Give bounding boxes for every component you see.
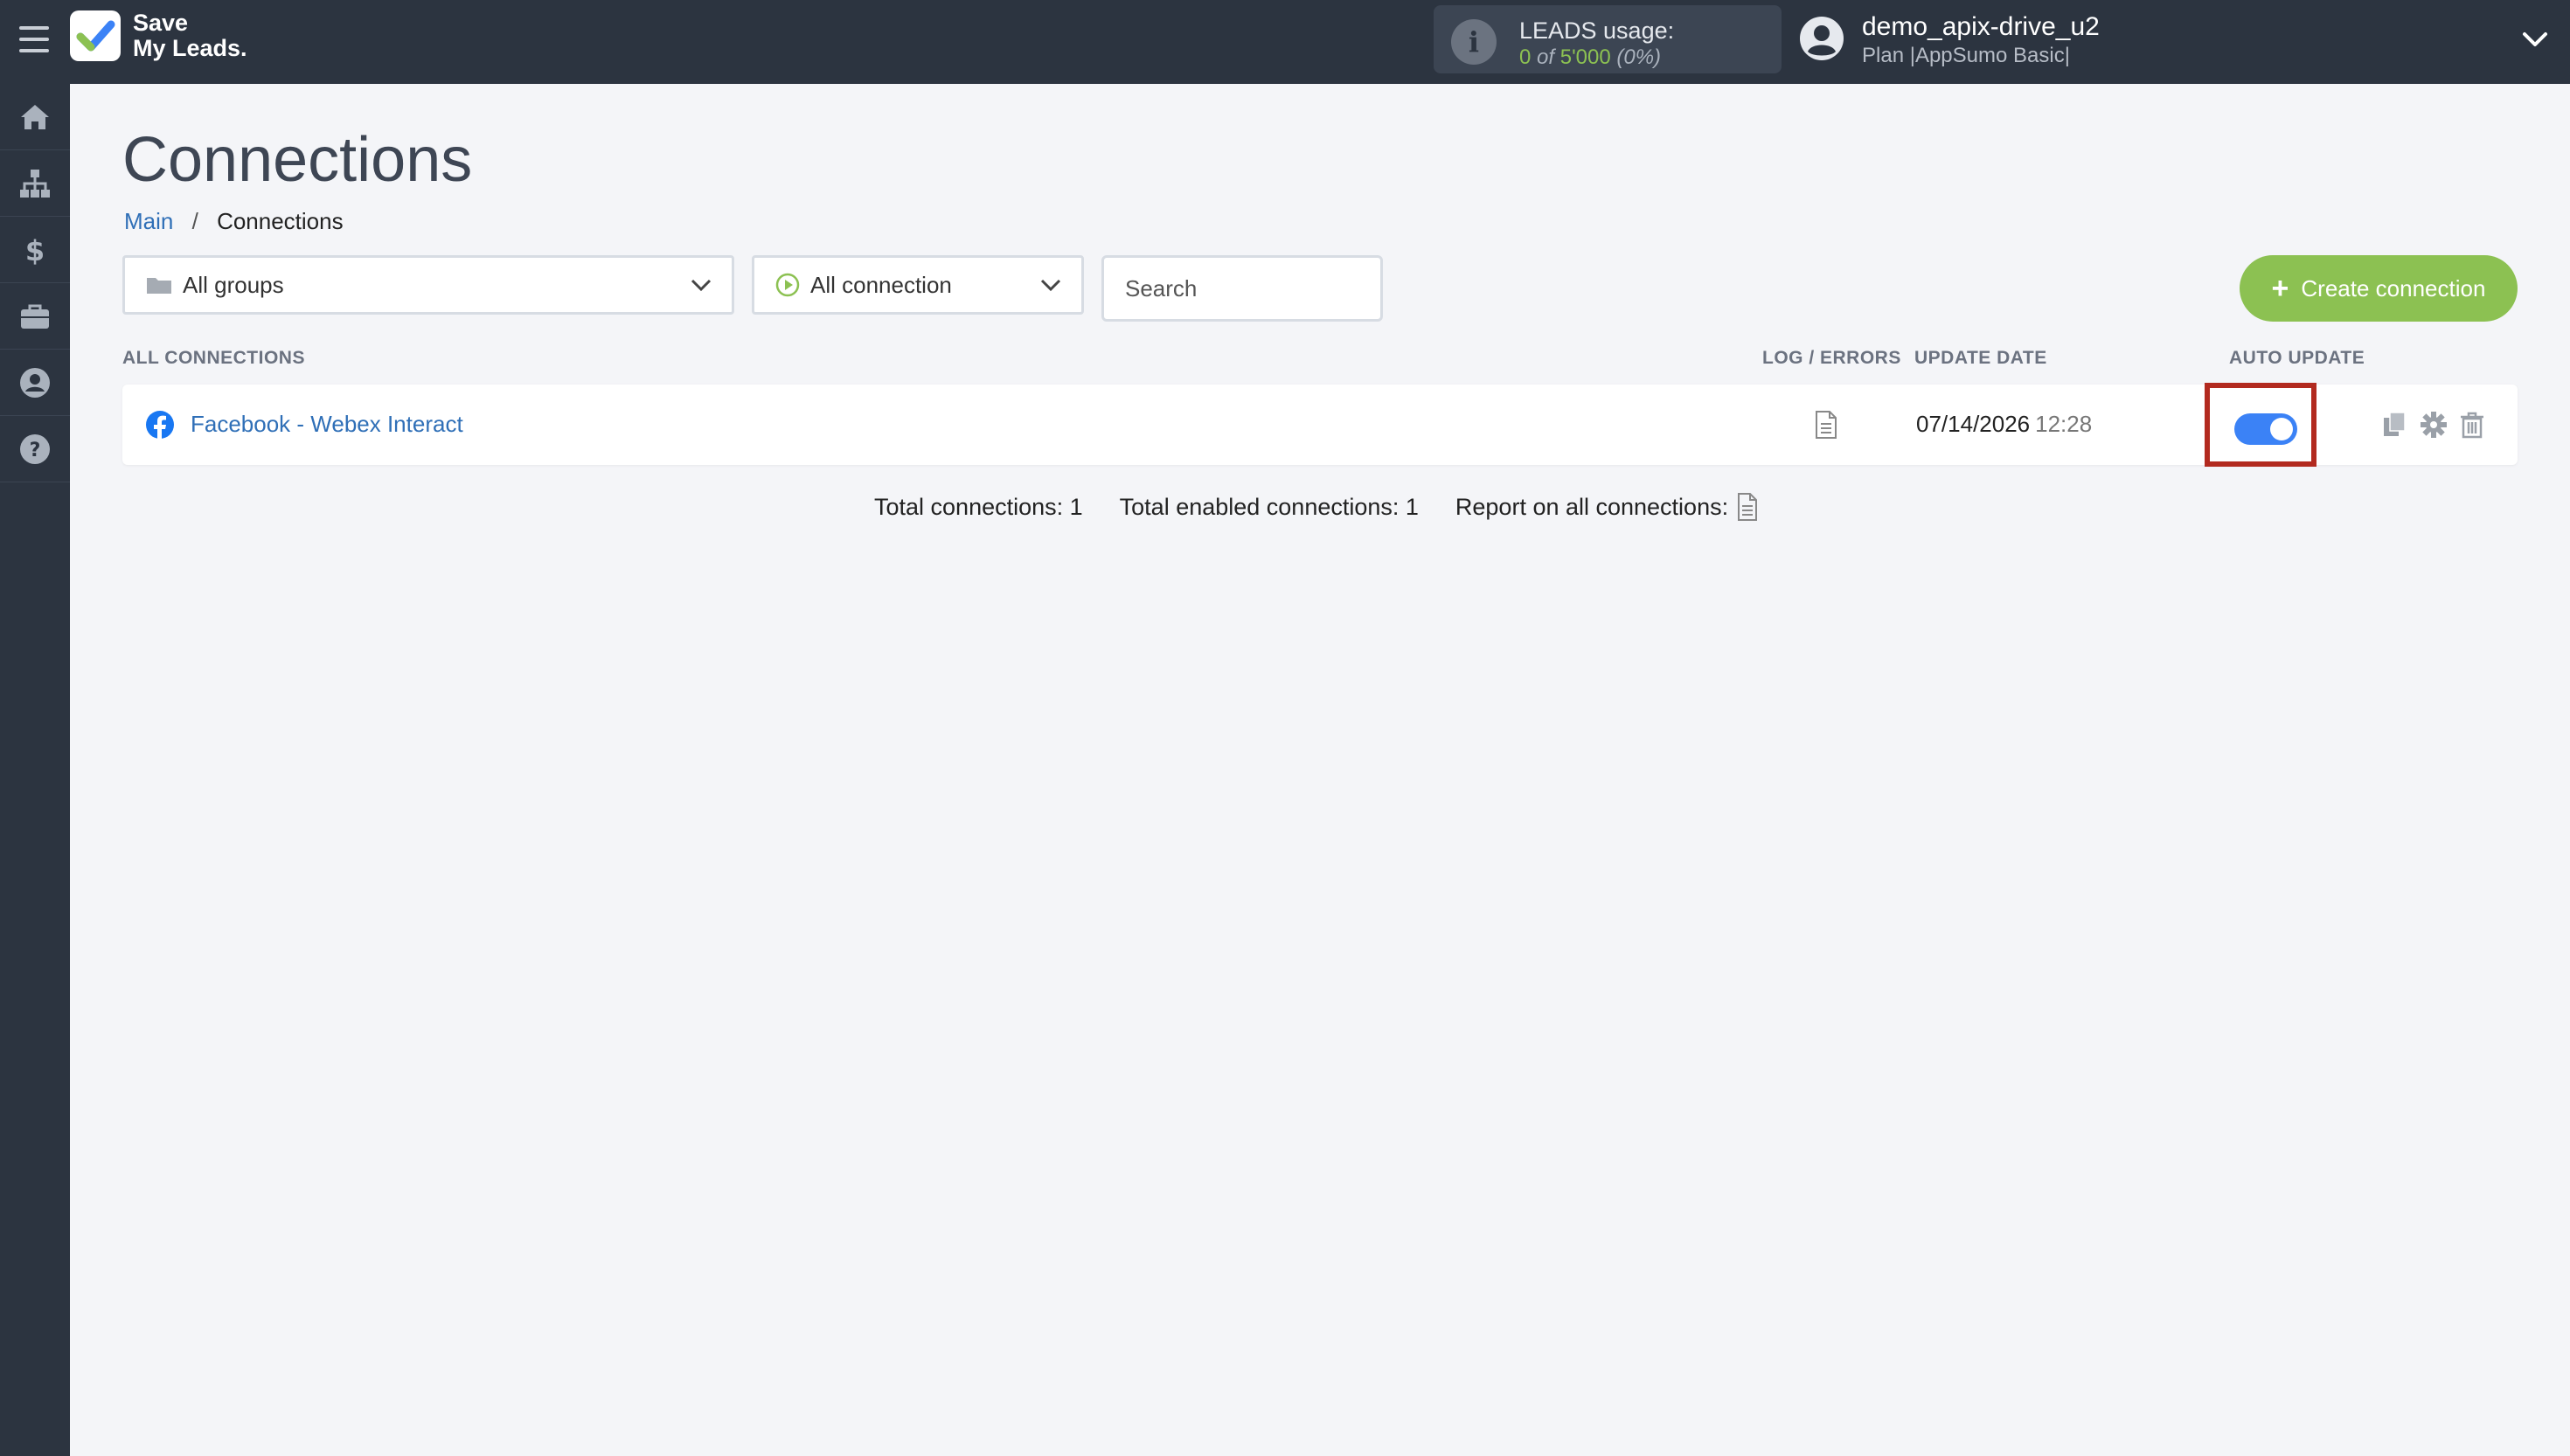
svg-text:?: ? <box>30 440 41 461</box>
menu-icon[interactable] <box>19 26 49 52</box>
copy-icon[interactable] <box>2381 411 2409 439</box>
help-icon: ? <box>20 433 50 464</box>
total-enabled-connections: Total enabled connections: 1 <box>1119 493 1419 520</box>
leads-total: 5'000 <box>1559 45 1611 69</box>
leads-used: 0 <box>1519 45 1532 69</box>
sidebar-item-connections[interactable] <box>0 150 70 217</box>
create-connection-label: Create connection <box>2301 274 2486 302</box>
dollar-icon: $ <box>25 234 45 267</box>
chevron-down-icon <box>691 279 712 292</box>
connection-status-select[interactable]: All connection <box>752 255 1084 315</box>
briefcase-icon <box>21 304 49 329</box>
table-row: Facebook - Webex Interact 07/14/2026 12:2… <box>122 383 2518 467</box>
home-icon <box>21 104 49 129</box>
auto-update-highlight <box>2205 383 2316 467</box>
report-label: Report on all connections: <box>1455 493 1729 520</box>
update-date-day: 07/14/2026 <box>1916 411 2031 437</box>
breadcrumb-current: Connections <box>217 208 344 234</box>
leads-usage-label: LEADS usage: <box>1519 17 1675 44</box>
sidebar-item-home[interactable] <box>0 84 70 150</box>
gear-icon[interactable] <box>2420 411 2448 439</box>
folder-icon <box>147 278 171 294</box>
toggle-knob <box>2270 418 2293 440</box>
update-date-time: 12:28 <box>2035 411 2093 437</box>
sidebar-item-account[interactable] <box>0 350 70 416</box>
page-title: Connections <box>122 125 473 195</box>
plus-icon: + <box>2271 272 2289 305</box>
trash-icon[interactable] <box>2458 411 2486 439</box>
user-circle-icon <box>20 367 50 398</box>
top-bar: Save My Leads. i LEADS usage: 0 of 5'000… <box>0 0 2570 84</box>
column-all-connections: ALL CONNECTIONS <box>122 348 305 368</box>
breadcrumb: Main / Connections <box>124 208 344 235</box>
search-input[interactable] <box>1101 255 1383 322</box>
info-icon: i <box>1451 19 1497 65</box>
leads-percent: (0%) <box>1616 45 1662 69</box>
total-connections: Total connections: 1 <box>874 493 1083 520</box>
auto-update-toggle[interactable] <box>2234 413 2297 445</box>
groups-select[interactable]: All groups <box>122 255 734 315</box>
brand-line-1: Save <box>133 10 189 36</box>
leads-of: of <box>1537 45 1555 69</box>
update-date: 07/14/2026 12:28 <box>1916 411 2092 438</box>
logo-check-icon <box>76 20 115 52</box>
connection-select-value: All connection <box>810 271 952 298</box>
sidebar-item-help[interactable]: ? <box>0 416 70 482</box>
breadcrumb-main-link[interactable]: Main <box>124 208 173 234</box>
user-name[interactable]: demo_apix-drive_u2 <box>1862 12 2100 42</box>
logo[interactable] <box>70 10 121 61</box>
sidebar-item-tools[interactable] <box>0 283 70 350</box>
breadcrumb-separator: / <box>191 208 198 234</box>
play-circle-icon <box>775 273 800 297</box>
sitemap-icon <box>20 169 50 198</box>
user-plan: Plan |AppSumo Basic| <box>1862 44 2070 67</box>
facebook-icon <box>146 411 174 440</box>
svg-text:$: $ <box>25 234 45 267</box>
chevron-down-icon <box>1040 279 1061 292</box>
create-connection-button[interactable]: + Create connection <box>2240 255 2518 322</box>
report-document-icon[interactable] <box>1737 493 1758 521</box>
leads-usage-panel: i LEADS usage: 0 of 5'000 (0%) <box>1434 5 1782 73</box>
leads-usage-value: 0 of 5'000 (0%) <box>1519 45 1661 70</box>
user-avatar-icon[interactable] <box>1799 16 1844 61</box>
column-log-errors: LOG / ERRORS <box>1762 348 1901 368</box>
brand-line-2: My Leads. <box>133 35 247 61</box>
groups-select-value: All groups <box>183 271 284 298</box>
totals-bar: Total connections: 1 Total enabled conne… <box>874 493 1758 521</box>
column-auto-update: AUTO UPDATE <box>2229 348 2365 368</box>
connection-name-link[interactable]: Facebook - Webex Interact <box>191 411 463 438</box>
column-update-date: UPDATE DATE <box>1914 348 2047 368</box>
sidebar-item-billing[interactable]: $ <box>0 217 70 283</box>
document-icon[interactable] <box>1815 411 1837 439</box>
chevron-down-icon[interactable] <box>2521 30 2549 49</box>
brand-name: Save My Leads. <box>133 10 247 61</box>
sidebar: $ ? <box>0 84 70 1456</box>
